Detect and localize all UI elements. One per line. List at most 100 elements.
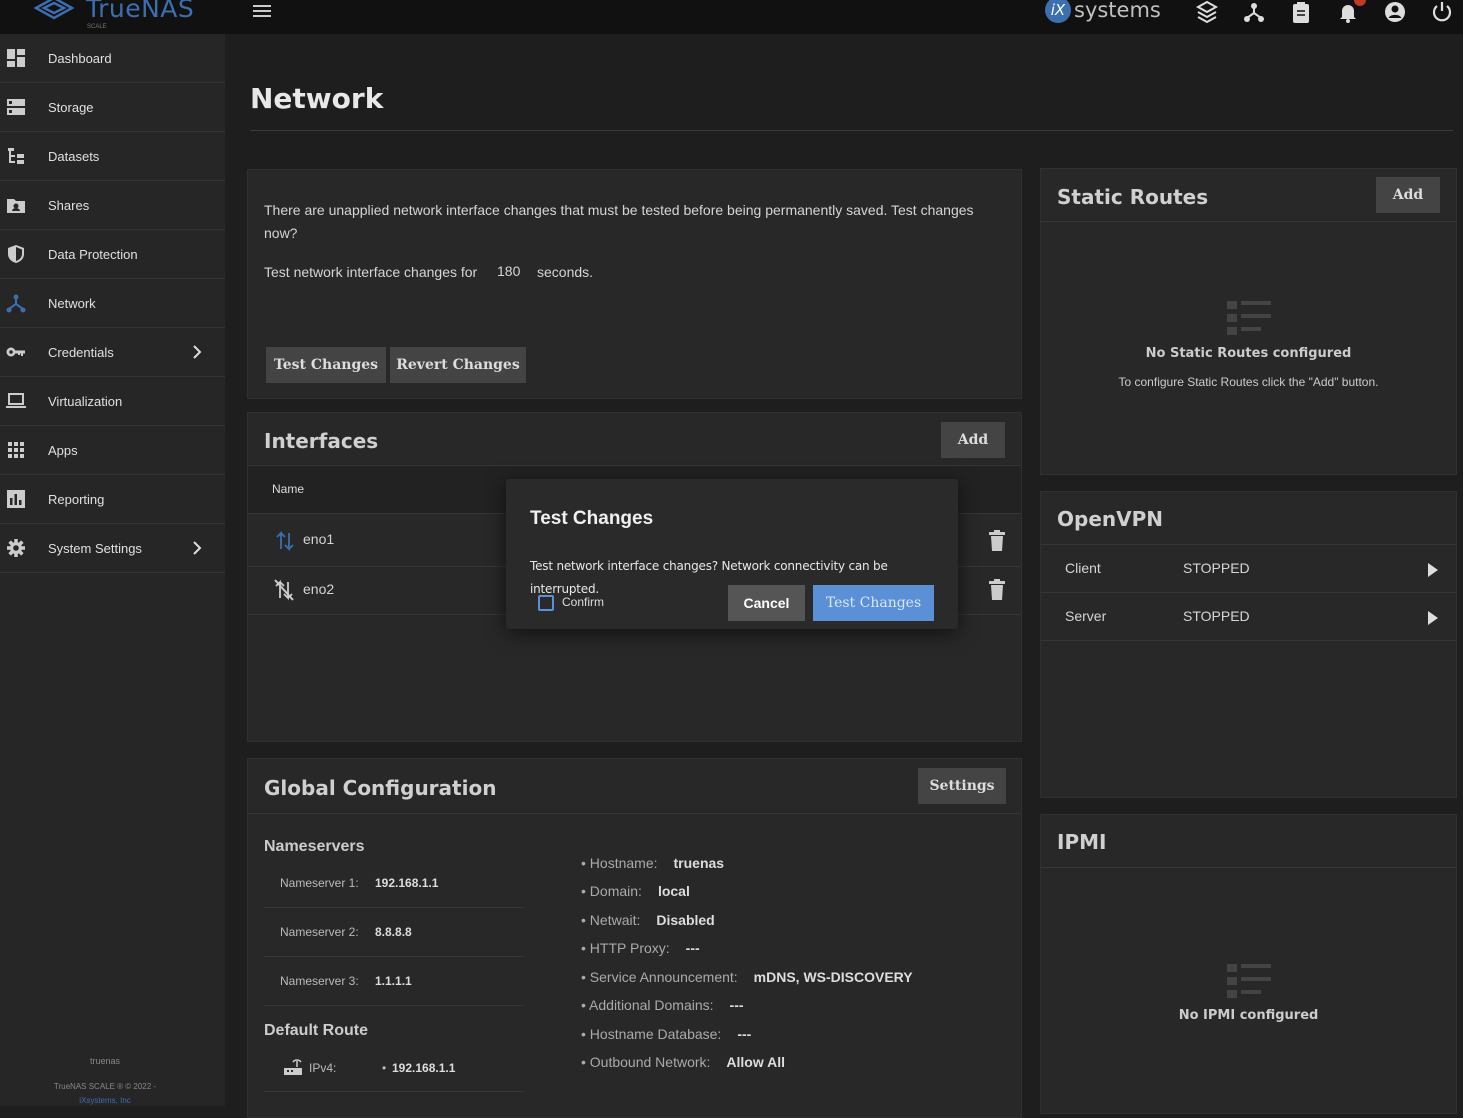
key-icon bbox=[6, 347, 25, 357]
sidebar-item-system-settings[interactable]: System Settings bbox=[0, 524, 225, 573]
sidebar-item-label: Dashboard bbox=[48, 50, 112, 66]
config-detail-label: HTTP Proxy: bbox=[589, 940, 670, 956]
config-detail-label: Netwait: bbox=[589, 912, 641, 928]
sidebar-item-dashboard[interactable]: Dashboard bbox=[0, 34, 225, 83]
static-routes-card: Static Routes Add No Static Routes confi… bbox=[1040, 168, 1457, 475]
bullet: • bbox=[581, 912, 590, 928]
test-changes-button[interactable]: Test Changes bbox=[266, 347, 386, 383]
nameserver-value: 192.168.1.1 bbox=[375, 876, 439, 890]
config-detail-label: Additional Domains: bbox=[589, 997, 714, 1013]
truenas-logo[interactable]: TrueNAS bbox=[32, 0, 194, 23]
chevron-right-icon bbox=[193, 541, 202, 555]
title-divider bbox=[250, 130, 1453, 131]
truenas-logo-icon bbox=[33, 0, 75, 19]
config-detail-value: local bbox=[657, 883, 690, 899]
table-row[interactable]: Client STOPPED bbox=[1041, 545, 1456, 592]
cancel-button[interactable]: Cancel bbox=[728, 585, 805, 621]
confirm-checkbox[interactable] bbox=[538, 595, 554, 611]
seconds-label: seconds. bbox=[537, 264, 594, 280]
config-detail-row: • Additional Domains: --- bbox=[581, 994, 744, 1017]
sidebar-item-storage[interactable]: Storage bbox=[0, 83, 225, 132]
interface-name: eno1 bbox=[303, 531, 335, 547]
revert-changes-button[interactable]: Revert Changes bbox=[390, 347, 526, 383]
config-detail-label: Hostname Database: bbox=[589, 1026, 722, 1042]
sidebar-item-shares[interactable]: Shares bbox=[0, 181, 225, 230]
column-header-name[interactable]: Name bbox=[272, 478, 304, 501]
company-link[interactable]: iXsystems, Inc bbox=[0, 1096, 210, 1105]
config-detail-label: Service Announcement: bbox=[589, 969, 738, 985]
sidebar-item-label: Network bbox=[48, 295, 96, 311]
bullet: • bbox=[581, 883, 590, 899]
global-configuration-card: Global Configuration Settings Nameserver… bbox=[247, 758, 1022, 1118]
power-icon[interactable] bbox=[1430, 0, 1454, 24]
vpn-service-status: STOPPED bbox=[1183, 608, 1250, 624]
nameserver-value: 1.1.1.1 bbox=[375, 974, 412, 988]
interface-name: eno2 bbox=[303, 581, 335, 597]
copyright-text: TrueNAS SCALE ® © 2022 - bbox=[53, 1082, 157, 1091]
add-static-route-button[interactable]: Add bbox=[1376, 177, 1440, 213]
test-changes-dialog: Test Changes Test network interface chan… bbox=[506, 479, 958, 629]
table-row[interactable]: Server STOPPED bbox=[1041, 593, 1456, 640]
global-configuration-title: Global Configuration bbox=[264, 776, 497, 800]
sidebar-item-label: Data Protection bbox=[48, 246, 138, 262]
sidebar-item-network[interactable]: Network bbox=[0, 279, 225, 328]
config-detail-label: Domain: bbox=[589, 883, 642, 899]
ipv4-label: IPv4: bbox=[309, 1061, 337, 1075]
network-status-icon[interactable] bbox=[1242, 0, 1266, 24]
nameservers-title: Nameservers bbox=[264, 838, 365, 855]
bullet: • bbox=[382, 1061, 387, 1075]
sidebar-item-credentials[interactable]: Credentials bbox=[0, 328, 225, 377]
dashboard-icon bbox=[7, 49, 25, 67]
bullet: • bbox=[581, 997, 590, 1013]
config-detail-row: • Service Announcement: mDNS, WS-DISCOVER… bbox=[581, 966, 913, 989]
play-icon[interactable] bbox=[1427, 562, 1439, 578]
config-detail-row: • Netwait: Disabled bbox=[581, 909, 715, 932]
empty-hint: To configure Static Routes click the "Ad… bbox=[1118, 375, 1379, 389]
menu-icon[interactable] bbox=[252, 1, 272, 21]
settings-button[interactable]: Settings bbox=[918, 768, 1006, 804]
openvpn-title: OpenVPN bbox=[1057, 507, 1163, 531]
config-detail-label: Hostname: bbox=[589, 855, 658, 871]
reporting-icon bbox=[7, 490, 25, 508]
play-icon[interactable] bbox=[1427, 610, 1439, 626]
sidebar-item-label: Storage bbox=[48, 99, 94, 115]
sidebar-item-datasets[interactable]: Datasets bbox=[0, 132, 225, 181]
delete-icon[interactable] bbox=[988, 530, 1006, 552]
pending-changes-card: There are unapplied network interface ch… bbox=[247, 169, 1022, 399]
add-interface-button[interactable]: Add bbox=[941, 422, 1005, 458]
storage-icon bbox=[7, 99, 25, 115]
row-divider bbox=[264, 1005, 524, 1006]
bullet: • bbox=[581, 855, 590, 871]
config-detail-row: • Domain: local bbox=[581, 880, 690, 903]
sidebar-item-label: Virtualization bbox=[48, 393, 123, 409]
static-routes-title: Static Routes bbox=[1057, 185, 1209, 209]
row-divider bbox=[264, 956, 524, 957]
vpn-service-status: STOPPED bbox=[1183, 560, 1250, 576]
ixsystems-logo[interactable]: iX systems bbox=[1045, 0, 1161, 23]
config-detail-value: --- bbox=[729, 997, 744, 1013]
header-divider bbox=[1041, 221, 1456, 222]
sidebar-item-label: System Settings bbox=[48, 540, 142, 556]
sidebar: Dashboard Storage Datasets Shares Data P… bbox=[0, 34, 225, 1106]
account-icon[interactable] bbox=[1383, 0, 1407, 24]
vpn-service-name: Client bbox=[1065, 560, 1101, 576]
config-detail-value: --- bbox=[685, 940, 700, 956]
delete-icon[interactable] bbox=[988, 579, 1006, 601]
vpn-service-name: Server bbox=[1065, 608, 1107, 624]
confirm-test-changes-button[interactable]: Test Changes bbox=[813, 585, 934, 621]
config-detail-value: --- bbox=[737, 1026, 752, 1042]
sidebar-item-apps[interactable]: Apps bbox=[0, 426, 225, 475]
gear-icon bbox=[7, 539, 25, 557]
header-divider bbox=[248, 813, 1021, 814]
config-detail-label: Outbound Network: bbox=[589, 1054, 711, 1070]
config-detail-row: • Hostname Database: --- bbox=[581, 1023, 751, 1046]
confirm-label[interactable]: Confirm bbox=[562, 591, 604, 614]
sidebar-item-virtualization[interactable]: Virtualization bbox=[0, 377, 225, 426]
clipboard-icon[interactable] bbox=[1289, 0, 1313, 24]
dialog-title: Test Changes bbox=[530, 508, 654, 529]
truecommand-icon[interactable] bbox=[1195, 0, 1219, 24]
test-duration-input[interactable]: 180 bbox=[497, 260, 520, 283]
sidebar-item-data-protection[interactable]: Data Protection bbox=[0, 230, 225, 279]
sidebar-item-reporting[interactable]: Reporting bbox=[0, 475, 225, 524]
ipmi-card: IPMI No IPMI configured bbox=[1040, 814, 1457, 1114]
